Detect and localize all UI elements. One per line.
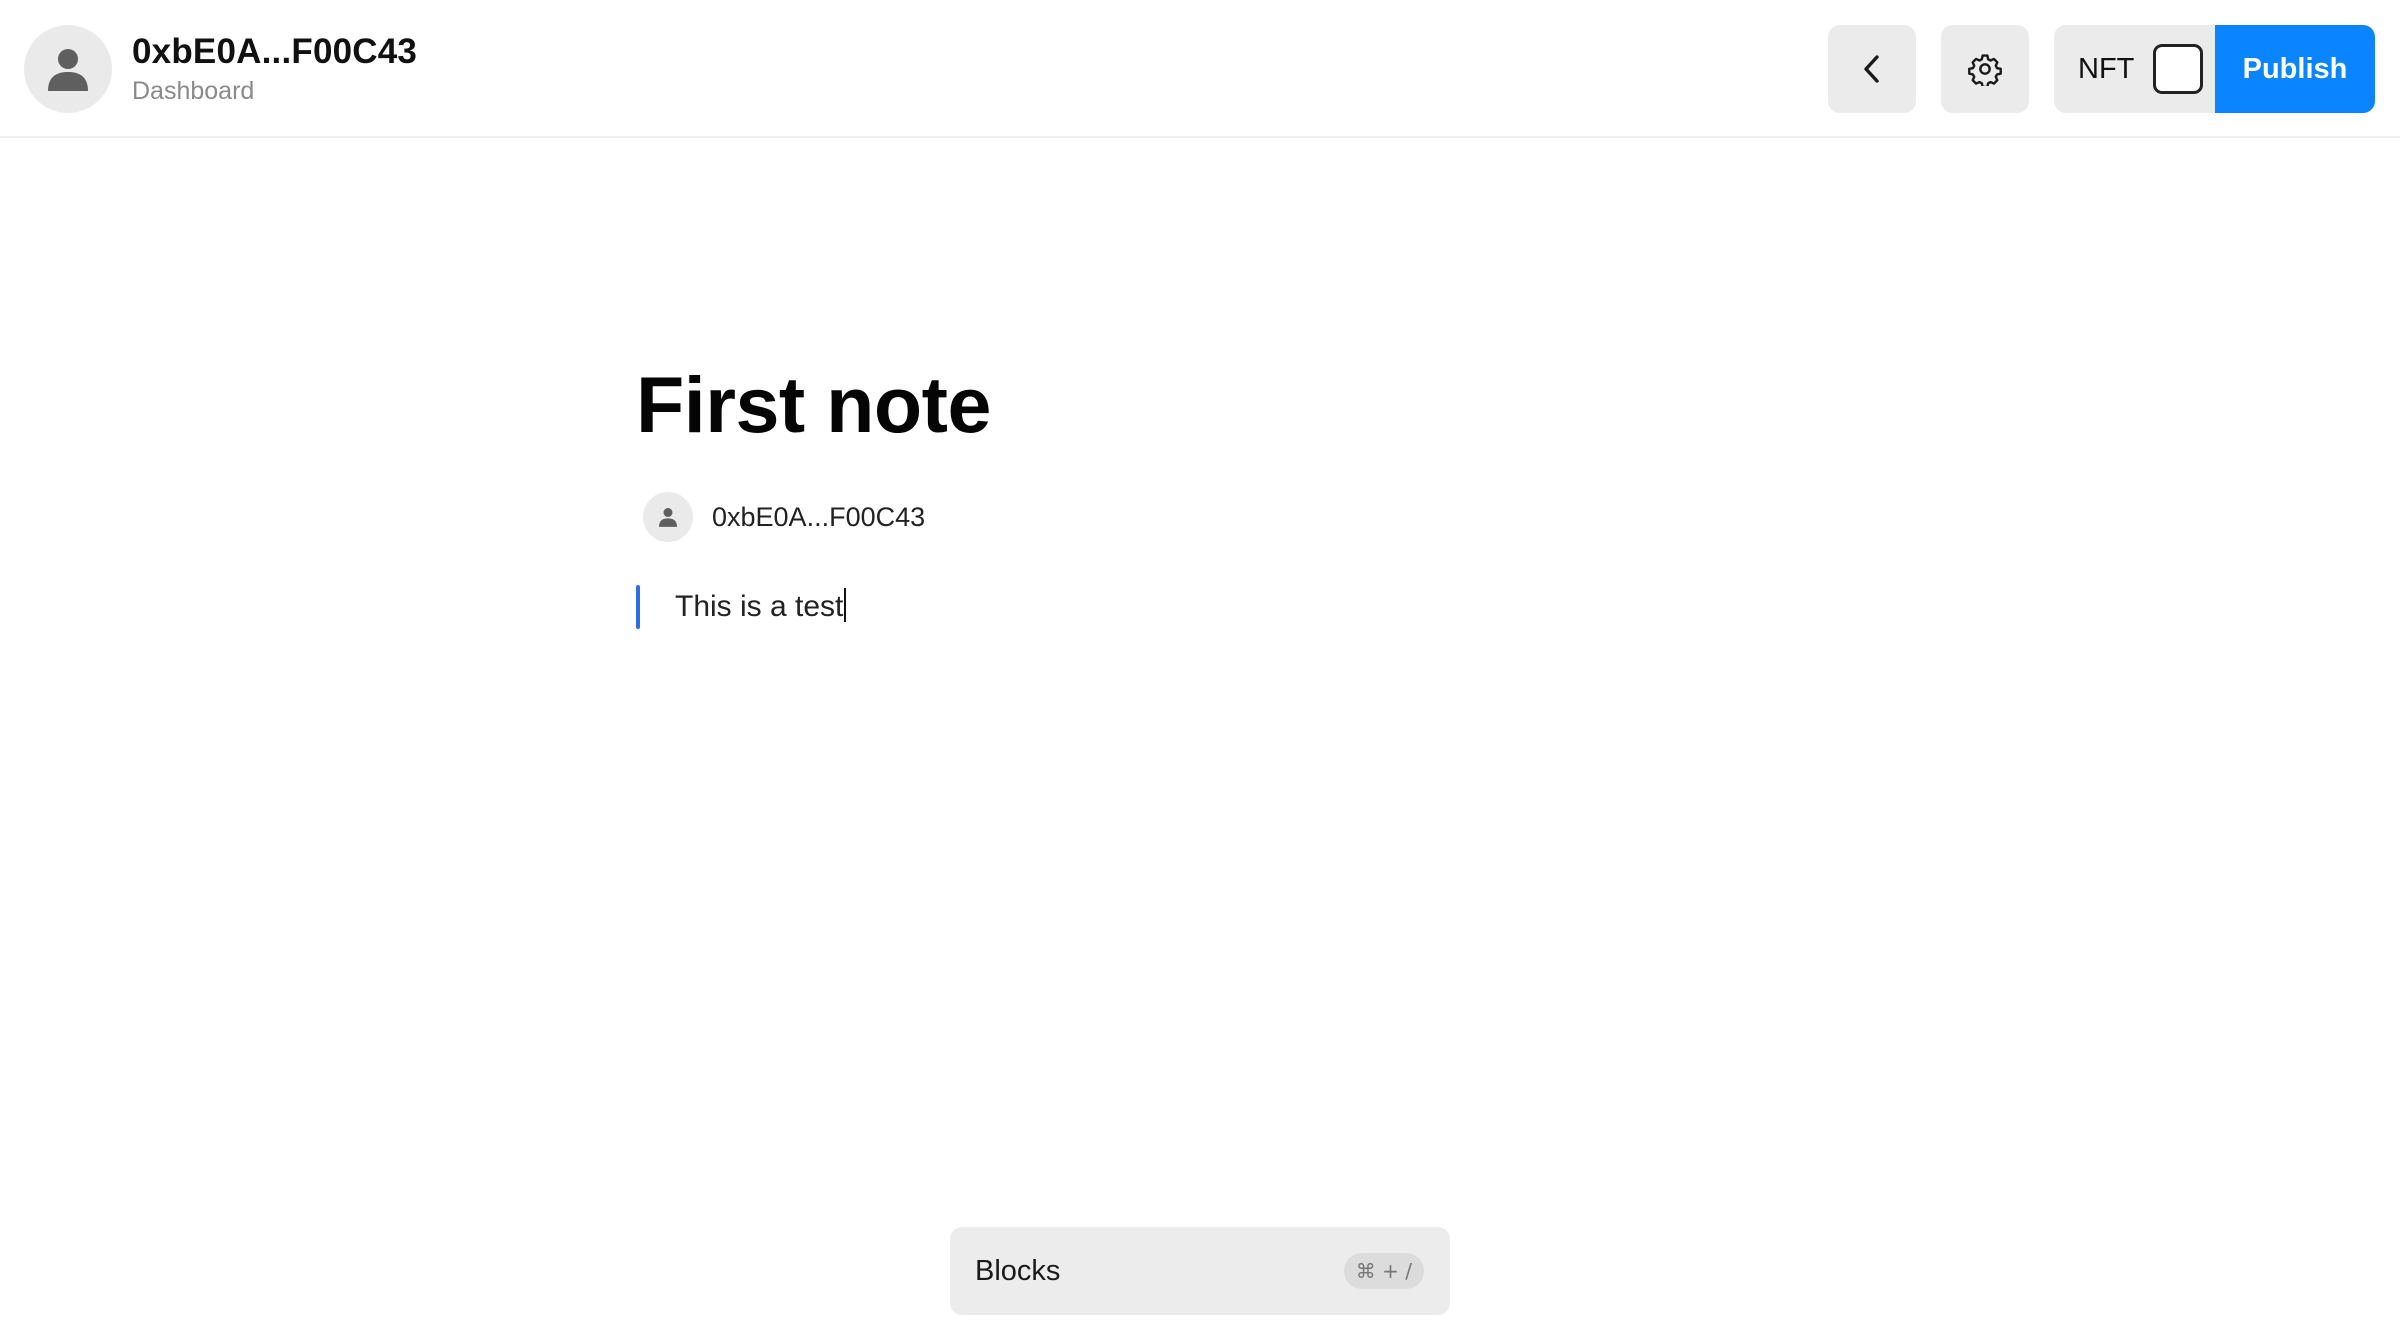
text-caret — [844, 588, 847, 622]
text-block[interactable]: This is a test — [675, 588, 847, 624]
note-editor-page: 0xbE0A...F00C43 Dashboard NFT Publish Fi… — [0, 0, 2400, 1340]
publish-group: NFT Publish — [2054, 25, 2375, 113]
gear-icon — [1968, 54, 2002, 86]
back-button[interactable] — [1828, 25, 1916, 113]
blocks-menu-button[interactable]: Blocks ⌘ + / — [950, 1227, 1450, 1315]
user-icon — [48, 49, 88, 91]
blocks-label: Blocks — [975, 1254, 1061, 1287]
author-name[interactable]: 0xbE0A...F00C43 — [712, 502, 925, 533]
shortcut-badge: ⌘ + / — [1343, 1253, 1424, 1289]
nft-checkbox[interactable] — [2153, 44, 2204, 94]
settings-button[interactable] — [1941, 25, 2029, 113]
nft-label: NFT — [2078, 52, 2135, 85]
author-row: 0xbE0A...F00C43 — [643, 492, 925, 542]
note-title[interactable]: First note — [636, 365, 991, 444]
top-bar: 0xbE0A...F00C43 Dashboard NFT Publish — [0, 0, 2400, 138]
account-avatar[interactable] — [24, 25, 112, 113]
dashboard-link[interactable]: Dashboard — [132, 77, 254, 106]
chevron-left-icon — [1864, 55, 1879, 83]
user-icon — [659, 508, 677, 527]
publish-button[interactable]: Publish — [2215, 25, 2375, 113]
text-block-content[interactable]: This is a test — [675, 590, 843, 623]
account-name[interactable]: 0xbE0A...F00C43 — [132, 32, 417, 72]
author-avatar — [643, 492, 693, 542]
active-block-indicator — [636, 585, 640, 629]
nft-toggle[interactable]: NFT — [2054, 25, 2215, 113]
